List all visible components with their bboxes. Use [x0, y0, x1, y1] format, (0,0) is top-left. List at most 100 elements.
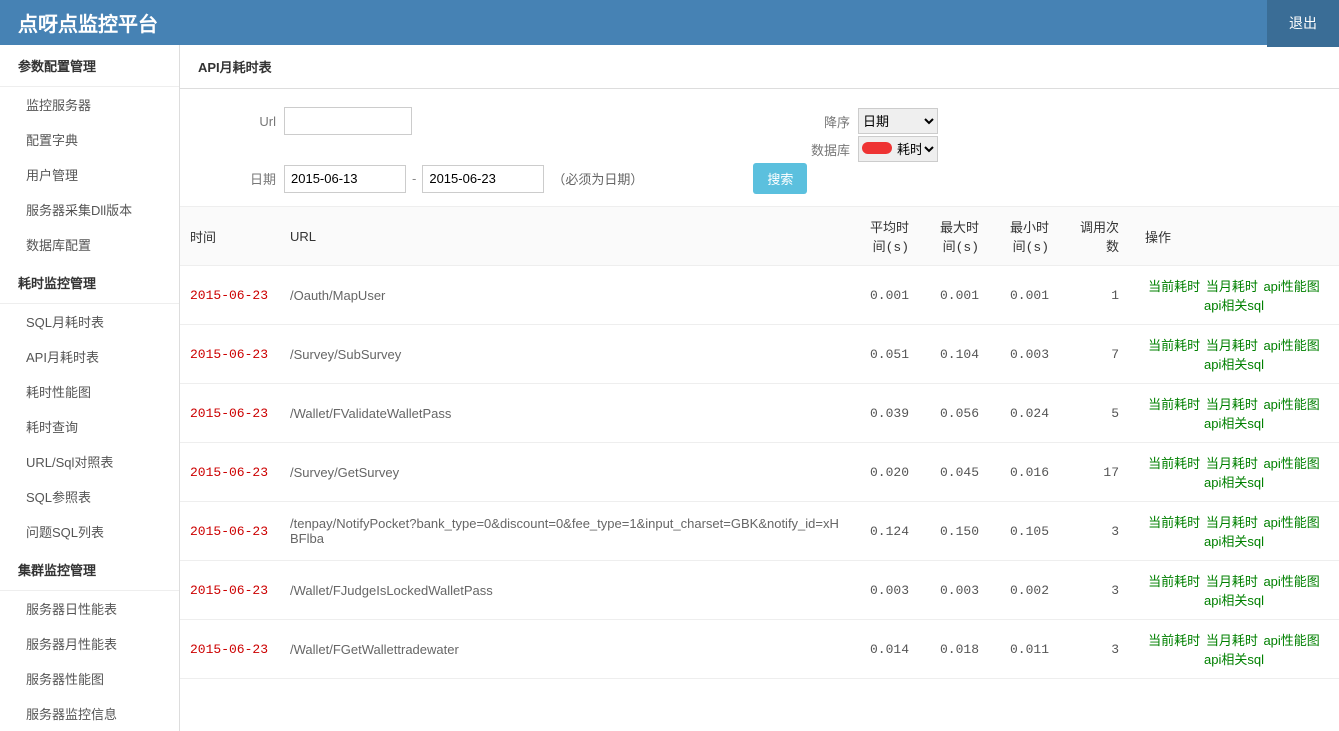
col-time: 时间 [180, 207, 280, 266]
cell-date: 2015-06-23 [180, 502, 280, 561]
op-link[interactable]: 当月耗时 [1206, 515, 1258, 530]
cell-avg: 0.051 [849, 325, 919, 384]
url-input[interactable] [284, 107, 412, 135]
nav-item[interactable]: 服务器月性能表 [0, 626, 179, 661]
op-link[interactable]: 当月耗时 [1206, 456, 1258, 471]
cell-url: /Wallet/FGetWallettradewater [280, 620, 849, 679]
nav-item[interactable]: SQL月耗时表 [0, 304, 179, 339]
op-link[interactable]: 当前耗时 [1148, 456, 1200, 471]
op-link[interactable]: 当前耗时 [1148, 574, 1200, 589]
cell-cnt: 5 [1059, 384, 1129, 443]
op-link[interactable]: api相关sql [1204, 652, 1264, 667]
nav-item[interactable]: 问题SQL列表 [0, 514, 179, 549]
logout-button[interactable]: 退出 [1267, 0, 1339, 47]
nav-item[interactable]: 服务器采集Dll版本 [0, 192, 179, 227]
cell-cnt: 3 [1059, 620, 1129, 679]
cell-max: 0.018 [919, 620, 989, 679]
op-link[interactable]: 当前耗时 [1148, 338, 1200, 353]
op-link[interactable]: 当前耗时 [1148, 633, 1200, 648]
cell-min: 0.016 [989, 443, 1059, 502]
nav-item[interactable]: 服务器监控信息 [0, 696, 179, 731]
date-from-input[interactable] [284, 165, 406, 193]
cell-ops: 当前耗时 当月耗时 api性能图 api相关sql [1129, 325, 1339, 384]
op-link[interactable]: 当月耗时 [1206, 397, 1258, 412]
op-link[interactable]: api性能图 [1263, 397, 1319, 412]
cell-cnt: 7 [1059, 325, 1129, 384]
cell-url: /tenpay/NotifyPocket?bank_type=0&discoun… [280, 502, 849, 561]
op-link[interactable]: api相关sql [1204, 357, 1264, 372]
op-link[interactable]: 当前耗时 [1148, 397, 1200, 412]
nav-item[interactable]: 监控服务器 [0, 87, 179, 122]
op-link[interactable]: api相关sql [1204, 298, 1264, 313]
op-link[interactable]: api性能图 [1263, 633, 1319, 648]
nav-item[interactable]: 服务器日性能表 [0, 591, 179, 626]
sidebar: 参数配置管理监控服务器配置字典用户管理服务器采集Dll版本数据库配置耗时监控管理… [0, 45, 180, 731]
db-label: 数据库 [811, 140, 850, 159]
op-link[interactable]: 当月耗时 [1206, 633, 1258, 648]
date-to-input[interactable] [422, 165, 544, 193]
nav-item[interactable]: 用户管理 [0, 157, 179, 192]
nav-item[interactable]: 耗时性能图 [0, 374, 179, 409]
cell-min: 0.001 [989, 266, 1059, 325]
table-row: 2015-06-23/Wallet/FGetWallettradewater0.… [180, 620, 1339, 679]
cell-cnt: 1 [1059, 266, 1129, 325]
cell-cnt: 3 [1059, 561, 1129, 620]
sort-select[interactable]: 日期 [858, 108, 938, 134]
nav-item[interactable]: 数据库配置 [0, 227, 179, 262]
cell-ops: 当前耗时 当月耗时 api性能图 api相关sql [1129, 561, 1339, 620]
cell-url: /Survey/GetSurvey [280, 443, 849, 502]
table-row: 2015-06-23/Survey/SubSurvey0.0510.1040.0… [180, 325, 1339, 384]
search-button[interactable]: 搜索 [753, 163, 807, 194]
op-link[interactable]: api性能图 [1263, 279, 1319, 294]
cell-avg: 0.124 [849, 502, 919, 561]
nav-item[interactable]: 耗时查询 [0, 409, 179, 444]
url-label: Url [198, 114, 276, 129]
cell-ops: 当前耗时 当月耗时 api性能图 api相关sql [1129, 502, 1339, 561]
date-dash: - [412, 171, 416, 186]
cell-url: /Oauth/MapUser [280, 266, 849, 325]
cell-max: 0.150 [919, 502, 989, 561]
op-link[interactable]: 当月耗时 [1206, 279, 1258, 294]
op-link[interactable]: api性能图 [1263, 456, 1319, 471]
sort-label: 降序 [824, 112, 850, 131]
col-min: 最小时间(s) [989, 207, 1059, 266]
cell-avg: 0.039 [849, 384, 919, 443]
cell-min: 0.105 [989, 502, 1059, 561]
data-table: 时间 URL 平均时间(s) 最大时间(s) 最小时间(s) 调用次数 操作 2… [180, 207, 1339, 679]
date-label: 日期 [198, 169, 276, 188]
nav-item[interactable]: 配置字典 [0, 122, 179, 157]
nav-group-title: 集群监控管理 [0, 549, 179, 591]
col-ops: 操作 [1129, 207, 1339, 266]
op-link[interactable]: 当前耗时 [1148, 279, 1200, 294]
cell-cnt: 3 [1059, 502, 1129, 561]
cell-max: 0.104 [919, 325, 989, 384]
op-link[interactable]: api性能图 [1263, 574, 1319, 589]
nav-group-title: 参数配置管理 [0, 45, 179, 87]
cell-avg: 0.014 [849, 620, 919, 679]
nav-item[interactable]: URL/Sql对照表 [0, 444, 179, 479]
nav-item[interactable]: 服务器性能图 [0, 661, 179, 696]
cell-date: 2015-06-23 [180, 384, 280, 443]
op-link[interactable]: api相关sql [1204, 416, 1264, 431]
cell-min: 0.024 [989, 384, 1059, 443]
op-link[interactable]: 当月耗时 [1206, 574, 1258, 589]
brand: 点呀点监控平台 [0, 8, 158, 37]
cell-ops: 当前耗时 当月耗时 api性能图 api相关sql [1129, 443, 1339, 502]
cell-min: 0.011 [989, 620, 1059, 679]
cell-date: 2015-06-23 [180, 620, 280, 679]
col-avg: 平均时间(s) [849, 207, 919, 266]
op-link[interactable]: 当前耗时 [1148, 515, 1200, 530]
nav-item[interactable]: API月耗时表 [0, 339, 179, 374]
table-row: 2015-06-23/Wallet/FValidateWalletPass0.0… [180, 384, 1339, 443]
nav-item[interactable]: SQL参照表 [0, 479, 179, 514]
table-row: 2015-06-23/tenpay/NotifyPocket?bank_type… [180, 502, 1339, 561]
op-link[interactable]: 当月耗时 [1206, 338, 1258, 353]
cell-avg: 0.020 [849, 443, 919, 502]
op-link[interactable]: api性能图 [1263, 515, 1319, 530]
op-link[interactable]: api性能图 [1263, 338, 1319, 353]
op-link[interactable]: api相关sql [1204, 475, 1264, 490]
cell-date: 2015-06-23 [180, 443, 280, 502]
cell-min: 0.002 [989, 561, 1059, 620]
cell-url: /Wallet/FValidateWalletPass [280, 384, 849, 443]
op-link[interactable]: api相关sql [1204, 534, 1264, 549]
